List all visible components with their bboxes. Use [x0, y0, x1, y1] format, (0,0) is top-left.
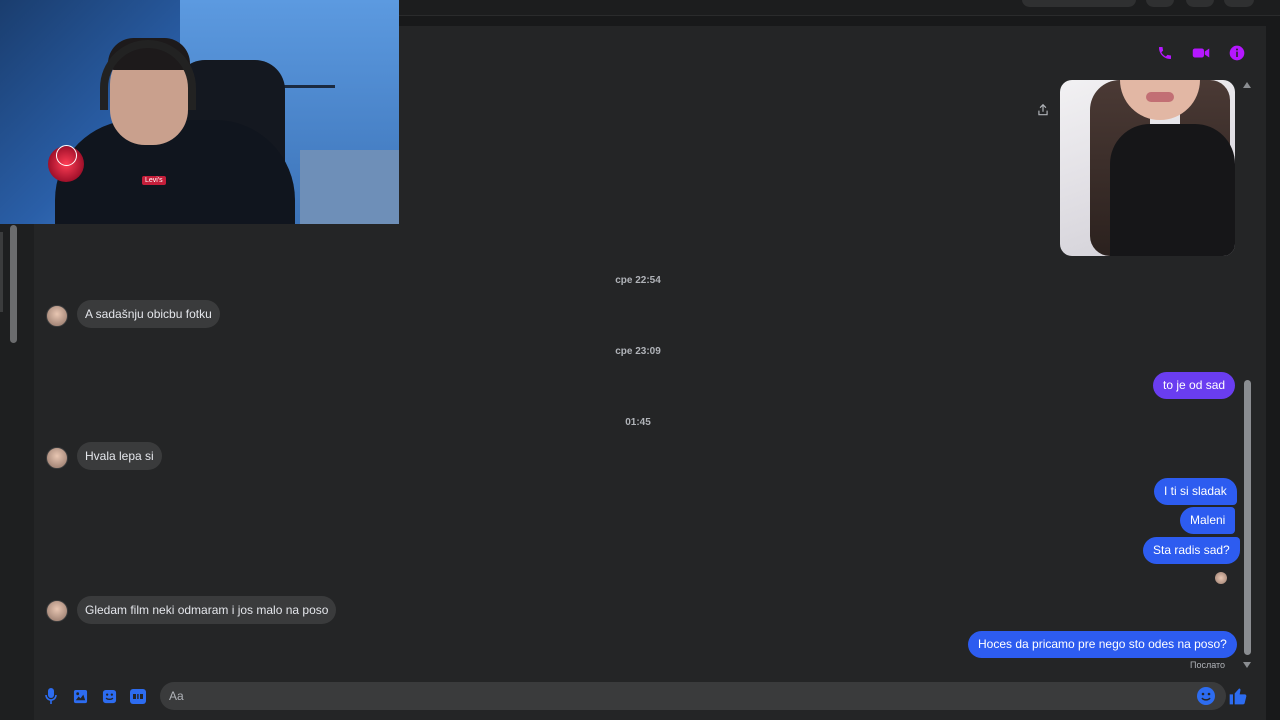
message-incoming: A sadašnju obicbu fotku	[77, 300, 220, 328]
left-scrollbar[interactable]	[10, 225, 17, 343]
scroll-down-arrow[interactable]	[1243, 662, 1251, 668]
timestamp: 01:45	[625, 417, 651, 428]
like-icon[interactable]	[1228, 686, 1248, 706]
timestamp: сре 22:54	[615, 275, 661, 286]
menu-pill[interactable]	[1146, 0, 1174, 7]
microphone-icon[interactable]	[43, 688, 59, 704]
notifications-pill[interactable]	[1186, 0, 1214, 7]
info-icon[interactable]	[1228, 44, 1246, 62]
webcam-overlay: Levi's	[0, 0, 399, 224]
message-outgoing: I ti si sladak	[1154, 478, 1237, 505]
message-outgoing: Sta radis sad?	[1143, 537, 1240, 564]
message-incoming: Hvala lepa si	[77, 442, 162, 470]
shared-photo[interactable]	[1060, 80, 1235, 256]
seen-avatar	[1215, 572, 1227, 584]
message-outgoing: Hoces da pricamo pre nego sto odes na po…	[968, 631, 1237, 658]
search-pill[interactable]	[1022, 0, 1136, 7]
shirt-logo: Levi's	[142, 176, 166, 185]
timestamp: сре 23:09	[615, 346, 661, 357]
message-incoming: Gledam film neki odmaram i jos malo na p…	[77, 596, 337, 624]
message-input[interactable]: Aa	[160, 682, 1226, 710]
emoji-icon[interactable]	[1197, 687, 1215, 705]
message-outgoing: to je od sad	[1153, 372, 1236, 399]
gif-icon[interactable]	[130, 688, 146, 704]
video-camera-icon[interactable]	[1192, 44, 1210, 62]
sent-status: Послато	[1190, 660, 1226, 670]
contact-avatar[interactable]	[46, 600, 68, 622]
image-icon[interactable]	[72, 688, 88, 704]
contact-avatar[interactable]	[46, 305, 68, 327]
share-icon[interactable]	[1036, 103, 1052, 119]
sticker-icon[interactable]	[101, 688, 117, 704]
scroll-up-arrow[interactable]	[1243, 82, 1251, 88]
chat-header-actions	[1156, 44, 1246, 62]
account-pill[interactable]	[1224, 0, 1254, 7]
contact-avatar[interactable]	[46, 447, 68, 469]
chat-scrollbar[interactable]	[1244, 380, 1251, 655]
left-scroll-track	[0, 232, 3, 312]
phone-icon[interactable]	[1156, 44, 1174, 62]
message-outgoing: Maleni	[1180, 507, 1236, 534]
